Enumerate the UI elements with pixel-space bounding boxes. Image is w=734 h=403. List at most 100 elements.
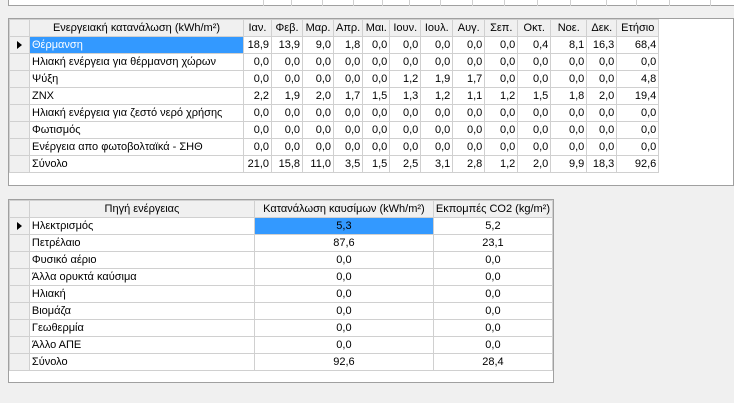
value-cell-nov[interactable]: 9,9 [550, 155, 588, 173]
column-header-sep[interactable]: Σεπ. [484, 19, 519, 37]
value-cell-annual[interactable]: 0,0 [616, 138, 660, 156]
value-cell-jul[interactable]: 1,2 [420, 87, 454, 105]
value-cell-may[interactable]: 0,0 [362, 138, 391, 156]
value-cell-jul[interactable]: 0,0 [420, 121, 454, 139]
column-header-may[interactable]: Μαι. [362, 19, 391, 37]
value-cell-mar[interactable]: 2,0 [302, 87, 334, 105]
value-cell-mar[interactable]: 0,0 [302, 53, 334, 71]
value-cell-dec[interactable]: 0,0 [586, 138, 618, 156]
value-cell-feb[interactable]: 15,8 [271, 155, 303, 173]
co2-emissions-cell[interactable]: 0,0 [432, 285, 554, 303]
value-cell-dec[interactable]: 0,0 [586, 53, 618, 71]
value-cell-jan[interactable]: 0,0 [243, 138, 272, 156]
column-header-jan[interactable]: Ιαν. [243, 19, 272, 37]
column-header-fuel-consumption[interactable]: Κατανάλωση καυσίμων (kWh/m²) [254, 200, 434, 218]
value-cell-sep[interactable]: 0,0 [484, 36, 519, 54]
table-row[interactable]: Ψύξη 0,0 0,0 0,0 0,0 0,0 1,2 1,9 1,7 0,0 0,0 0,0 0,0… [9, 70, 660, 88]
co2-emissions-cell[interactable]: 0,0 [432, 336, 554, 354]
value-cell-jun[interactable]: 0,0 [389, 36, 422, 54]
co2-emissions-cell[interactable]: 0,0 [432, 268, 554, 286]
row-selector[interactable] [9, 268, 30, 286]
row-selector[interactable] [9, 319, 30, 337]
value-cell-jun[interactable]: 2,5 [389, 155, 422, 173]
fuel-consumption-cell[interactable]: 0,0 [254, 336, 434, 354]
value-cell-jul[interactable]: 0,0 [420, 36, 454, 54]
value-cell-jan[interactable]: 2,2 [243, 87, 272, 105]
table-row[interactable]: Βιομάζα 0,0 0,0 [9, 302, 554, 320]
value-cell-jun[interactable]: 0,0 [389, 53, 422, 71]
energy-source-cell[interactable]: Φυσικό αέριο [28, 251, 256, 269]
column-header-co2-emissions[interactable]: Εκπομπές CO2 (kg/m²) [432, 200, 554, 218]
value-cell-jan[interactable]: 0,0 [243, 121, 272, 139]
value-cell-dec[interactable]: 0,0 [586, 121, 618, 139]
fuel-consumption-cell[interactable]: 5,3 [254, 217, 434, 235]
column-header-nov[interactable]: Νοε. [550, 19, 588, 37]
value-cell-jul[interactable]: 0,0 [420, 104, 454, 122]
value-cell-may[interactable]: 0,0 [362, 104, 391, 122]
value-cell-feb[interactable]: 0,0 [271, 104, 303, 122]
column-header-jun[interactable]: Ιουν. [389, 19, 422, 37]
co2-emissions-cell[interactable]: 0,0 [432, 302, 554, 320]
co2-emissions-cell[interactable]: 0,0 [432, 319, 554, 337]
table-row[interactable]: Άλλα ορυκτά καύσιμα 0,0 0,0 [9, 268, 554, 286]
value-cell-mar[interactable]: 0,0 [302, 104, 334, 122]
row-selector[interactable] [9, 251, 30, 269]
energy-consumption-grid[interactable]: Ενεργειακή κατανάλωση (kWh/m²) Ιαν. Φεβ.… [8, 18, 734, 186]
energy-type-cell[interactable]: Ψύξη [29, 70, 244, 88]
column-header-energy-source[interactable]: Πηγή ενέργειας [28, 200, 256, 218]
value-cell-apr[interactable]: 0,0 [332, 104, 364, 122]
value-cell-aug[interactable]: 0,0 [452, 121, 486, 139]
row-selector[interactable] [9, 53, 30, 71]
energy-source-cell[interactable]: Γεωθερμία [28, 319, 256, 337]
column-header-annual[interactable]: Ετήσιο [616, 19, 660, 37]
value-cell-sep[interactable]: 0,0 [484, 53, 519, 71]
value-cell-jul[interactable]: 1,9 [420, 70, 454, 88]
row-selector[interactable] [9, 302, 30, 320]
value-cell-nov[interactable]: 0,0 [550, 104, 588, 122]
value-cell-sep[interactable]: 0,0 [484, 104, 519, 122]
table-row[interactable]: Φωτισμός 0,0 0,0 0,0 0,0 0,0 0,0 0,0 0,0 0,0 0,0 0,… [9, 121, 660, 139]
value-cell-feb[interactable]: 1,9 [271, 87, 303, 105]
value-cell-nov[interactable]: 8,1 [550, 36, 588, 54]
value-cell-annual[interactable]: 92,6 [616, 155, 660, 173]
value-cell-jan[interactable]: 0,0 [243, 70, 272, 88]
value-cell-aug[interactable]: 0,0 [452, 53, 486, 71]
value-cell-annual[interactable]: 68,4 [616, 36, 660, 54]
column-header-energy-type[interactable]: Ενεργειακή κατανάλωση (kWh/m²) [29, 19, 244, 37]
value-cell-jun[interactable]: 0,0 [389, 104, 422, 122]
table-row[interactable]: Ηλιακή ενέργεια για θέρμανση χώρων 0,0 0,0… [9, 53, 660, 71]
energy-type-cell[interactable]: Σύνολο [29, 155, 244, 173]
energy-source-grid[interactable]: Πηγή ενέργειας Κατανάλωση καυσίμων (kWh/… [8, 199, 554, 383]
table-row[interactable]: ΖΝΧ 2,2 1,9 2,0 1,7 1,5 1,3 1,2 1,1 1,2 1,5 1,8 2,0 1… [9, 87, 660, 105]
value-cell-apr[interactable]: 0,0 [332, 138, 364, 156]
energy-source-cell[interactable]: Ηλιακή [28, 285, 256, 303]
value-cell-aug[interactable]: 1,1 [452, 87, 486, 105]
row-selector[interactable] [9, 70, 30, 88]
row-selector[interactable] [9, 285, 30, 303]
co2-emissions-cell[interactable]: 0,0 [432, 251, 554, 269]
value-cell-mar[interactable]: 9,0 [302, 36, 334, 54]
row-selector[interactable] [9, 121, 30, 139]
value-cell-apr[interactable]: 1,8 [332, 36, 364, 54]
value-cell-oct[interactable]: 0,0 [517, 70, 552, 88]
row-selector[interactable] [9, 353, 30, 371]
table-row[interactable]: Ενέργεια απο φωτοβολταϊκά - ΣΗΘ 0,0 0,0 0,0… [9, 138, 660, 156]
table-row[interactable]: Φυσικό αέριο 0,0 0,0 [9, 251, 554, 269]
table-row[interactable]: Πετρέλαιο 87,6 23,1 [9, 234, 554, 252]
value-cell-mar[interactable]: 0,0 [302, 70, 334, 88]
fuel-consumption-cell[interactable]: 92,6 [254, 353, 434, 371]
value-cell-nov[interactable]: 1,8 [550, 87, 588, 105]
value-cell-jan[interactable]: 18,9 [243, 36, 272, 54]
value-cell-dec[interactable]: 2,0 [586, 87, 618, 105]
row-selector[interactable] [9, 36, 30, 54]
value-cell-sep[interactable]: 0,0 [484, 70, 519, 88]
column-header-aug[interactable]: Αυγ. [452, 19, 486, 37]
fuel-consumption-cell[interactable]: 0,0 [254, 302, 434, 320]
value-cell-may[interactable]: 1,5 [362, 87, 391, 105]
value-cell-jun[interactable]: 0,0 [389, 121, 422, 139]
fuel-consumption-cell[interactable]: 87,6 [254, 234, 434, 252]
row-selector[interactable] [9, 87, 30, 105]
value-cell-sep[interactable]: 0,0 [484, 138, 519, 156]
value-cell-may[interactable]: 0,0 [362, 70, 391, 88]
value-cell-sep[interactable]: 0,0 [484, 121, 519, 139]
